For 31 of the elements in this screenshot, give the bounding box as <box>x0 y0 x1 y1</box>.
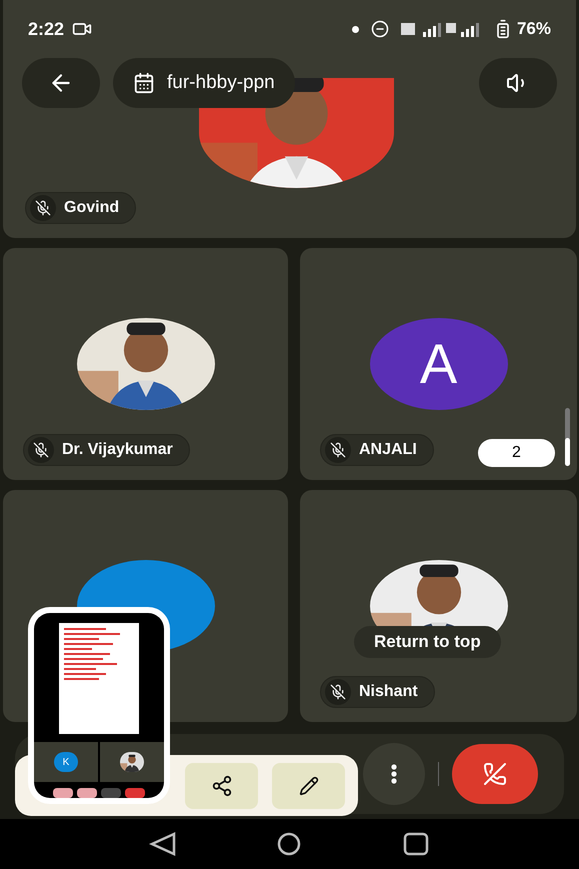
avatar-initial: A <box>420 336 458 392</box>
back-nav-icon[interactable] <box>149 832 178 856</box>
screenshot-preview[interactable]: K <box>28 607 170 804</box>
recents-nav-icon[interactable] <box>402 832 430 856</box>
participant-name: ANJALI <box>359 440 417 460</box>
share-icon <box>210 774 232 796</box>
return-to-top-button[interactable]: Return to top <box>354 626 501 658</box>
meeting-code-chip[interactable]: fur-hbby-ppn <box>113 58 295 108</box>
back-button[interactable] <box>22 58 100 108</box>
page-count-badge[interactable]: 2 <box>478 439 555 467</box>
more-icon <box>391 764 397 784</box>
edit-button[interactable] <box>272 762 345 808</box>
signal-icon <box>400 21 481 37</box>
participant-name: Govind <box>64 198 120 218</box>
avatar-initial: K <box>62 756 70 770</box>
status-time: 2:22 <box>28 18 64 40</box>
speaker-button[interactable] <box>479 58 557 108</box>
mini-control-button <box>101 788 121 798</box>
mini-control-button <box>125 788 145 798</box>
hang-up-icon <box>483 762 507 786</box>
pencil-icon <box>298 776 318 796</box>
mini-control-button <box>77 788 97 798</box>
participant-name: Dr. Vijaykumar <box>62 440 173 460</box>
battery-level: 76% <box>516 18 551 40</box>
scrollbar <box>565 408 570 466</box>
meeting-code: fur-hbby-ppn <box>167 70 275 95</box>
participant-name: Nishant <box>359 682 418 702</box>
share-button[interactable] <box>185 762 258 808</box>
do-not-disturb-icon <box>370 20 389 38</box>
calendar-icon <box>133 72 155 94</box>
mini-control-button <box>53 788 73 798</box>
